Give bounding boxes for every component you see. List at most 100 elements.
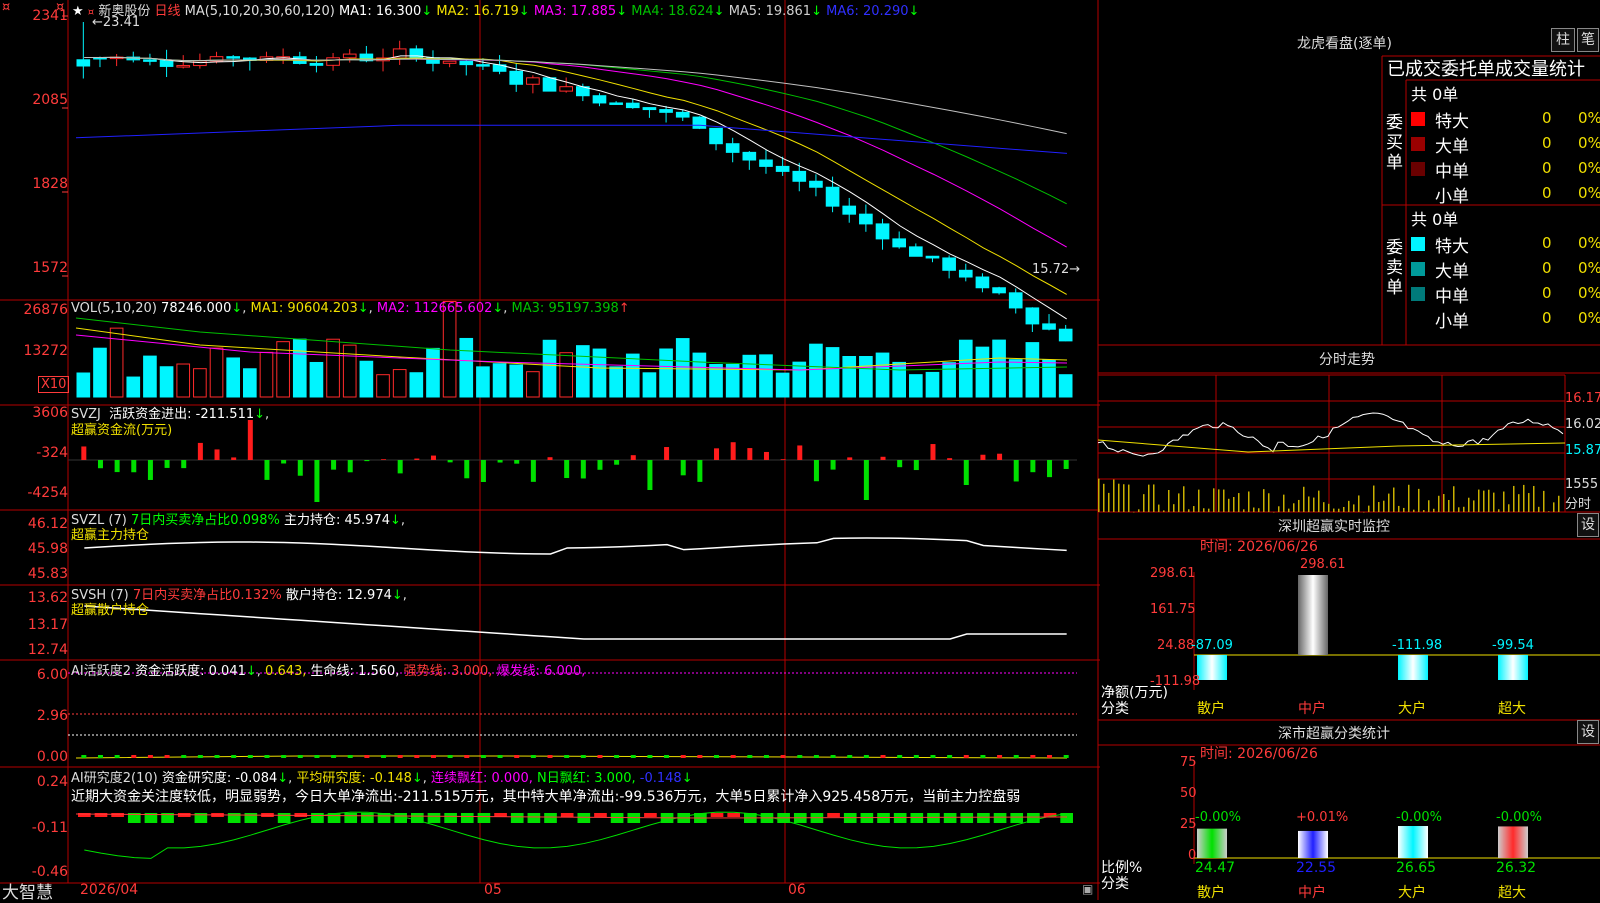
activity-bar: [1064, 755, 1069, 758]
right-panel-canvas: [1098, 0, 1600, 900]
volume-bar: [577, 346, 590, 397]
monitor-bar: [1498, 655, 1528, 680]
chart-canvas[interactable]: [0, 0, 1100, 900]
candle: [760, 160, 773, 166]
candle: [543, 78, 556, 91]
intraday-volume-bar: [1353, 504, 1355, 512]
research-bar: [544, 813, 557, 823]
flow-bar: [414, 459, 419, 460]
flow-bar: [714, 448, 719, 460]
research-bar: [361, 813, 374, 823]
activity-bar: [997, 755, 1002, 758]
candle: [1043, 324, 1056, 329]
research-bar: [711, 813, 724, 817]
volume-bar: [543, 340, 556, 397]
monitor-settings-button[interactable]: 设: [1577, 513, 1599, 537]
activity-bar: [364, 755, 369, 758]
tick-mode-button[interactable]: 笔: [1577, 28, 1599, 52]
star-icon[interactable]: ★: [72, 4, 84, 19]
sell-total: 共 0单: [1411, 206, 1458, 230]
candle: [477, 65, 490, 67]
activity-bar: [215, 755, 220, 758]
fenshi-y: 分时: [1565, 493, 1591, 512]
candle: [676, 112, 689, 117]
intraday-volume-bar: [1318, 491, 1320, 512]
volume-bar: [77, 373, 90, 397]
research-bar: [111, 813, 124, 817]
volume-bar: [693, 353, 706, 397]
volume-bar: [310, 362, 323, 397]
activity-bar: [914, 755, 919, 758]
volume-bar: [244, 369, 257, 397]
research-bar: [727, 813, 740, 817]
y-tick: 24.88: [1157, 638, 1194, 653]
intraday-volume-bar: [1448, 500, 1450, 512]
classify-bar: [1398, 826, 1428, 858]
bar-value-label: -87.09: [1191, 638, 1233, 653]
y-tick: 1828: [32, 176, 68, 192]
sell-row-value: 0: [1542, 259, 1552, 277]
category-label: 大户: [1398, 882, 1426, 902]
candle: [194, 61, 207, 66]
intraday-volume-bar: [1103, 484, 1105, 512]
intraday-volume-bar: [1323, 502, 1325, 512]
intraday-volume-bar: [1558, 496, 1560, 512]
change-label: -0.00%: [1195, 810, 1241, 825]
intraday-volume-bar: [1183, 486, 1185, 512]
activity-bar: [165, 755, 170, 758]
period-label[interactable]: 日线: [154, 4, 180, 19]
activity-bar: [248, 755, 253, 758]
candle: [926, 256, 939, 258]
buy-row-value: 0: [1542, 159, 1552, 177]
research-bar: [644, 813, 657, 817]
y-tick: 2085: [32, 92, 68, 108]
volume-bar: [260, 352, 273, 397]
volume-bar: [926, 372, 939, 397]
flow-bar: [881, 457, 886, 460]
ai-comment: 近期大资金关注度较低，明显弱势，今日大单净流出:-211.515万元，其中特大单…: [71, 786, 1020, 806]
sell-row-name: 小单: [1435, 307, 1469, 332]
ma2-value: MA2: 16.719: [436, 4, 518, 19]
svsh-subtitle: 超赢散户持仓: [71, 599, 149, 618]
classify-xlabel: 分类: [1101, 873, 1129, 893]
intraday-volume-bar: [1523, 485, 1525, 512]
volume-bar: [776, 373, 789, 397]
sell-row-percent: 0%: [1578, 284, 1600, 302]
intraday-volume-bar: [1433, 509, 1435, 512]
flow-bar: [731, 442, 736, 460]
change-label: -0.00%: [1496, 810, 1542, 825]
monitor-time: 时间: 2026/06/26: [1200, 536, 1318, 556]
classify-settings-button[interactable]: 设: [1577, 720, 1599, 744]
flow-bar: [181, 460, 186, 468]
candle: [776, 166, 789, 171]
candle: [227, 57, 240, 59]
sell-swatch-icon: [1411, 287, 1425, 301]
ma3-line: [84, 57, 1066, 247]
percent-label: 24.47: [1195, 860, 1235, 876]
volume-bar: [510, 365, 523, 397]
volume-bar: [327, 339, 340, 397]
flow-bar: [897, 460, 902, 467]
flow-bar: [947, 458, 952, 460]
activity-bar: [881, 755, 886, 758]
volume-bar: [643, 373, 656, 397]
sell-row-percent: 0%: [1578, 259, 1600, 277]
flow-bar: [764, 452, 769, 460]
intraday-volume-bar: [1123, 484, 1125, 512]
bar-value-label: 298.61: [1300, 557, 1346, 572]
intraday-volume-bar: [1143, 494, 1145, 512]
lock-icon[interactable]: ▣: [1082, 882, 1093, 896]
candle: [593, 96, 606, 103]
research-bar: [511, 813, 524, 823]
volume-bar: [410, 373, 423, 397]
vol-unit-badge: X10: [38, 376, 69, 393]
bar-mode-button[interactable]: 柱: [1551, 28, 1575, 52]
flow-bar: [231, 457, 236, 460]
y-tick: 50: [1180, 786, 1197, 801]
intraday-volume-bar: [1208, 509, 1210, 512]
activity-bar: [198, 755, 203, 758]
category-label: 散户: [1197, 882, 1225, 902]
intraday-volume-bar: [1293, 503, 1295, 512]
volume-bar: [493, 364, 506, 397]
intraday-volume-bar: [1253, 508, 1255, 512]
